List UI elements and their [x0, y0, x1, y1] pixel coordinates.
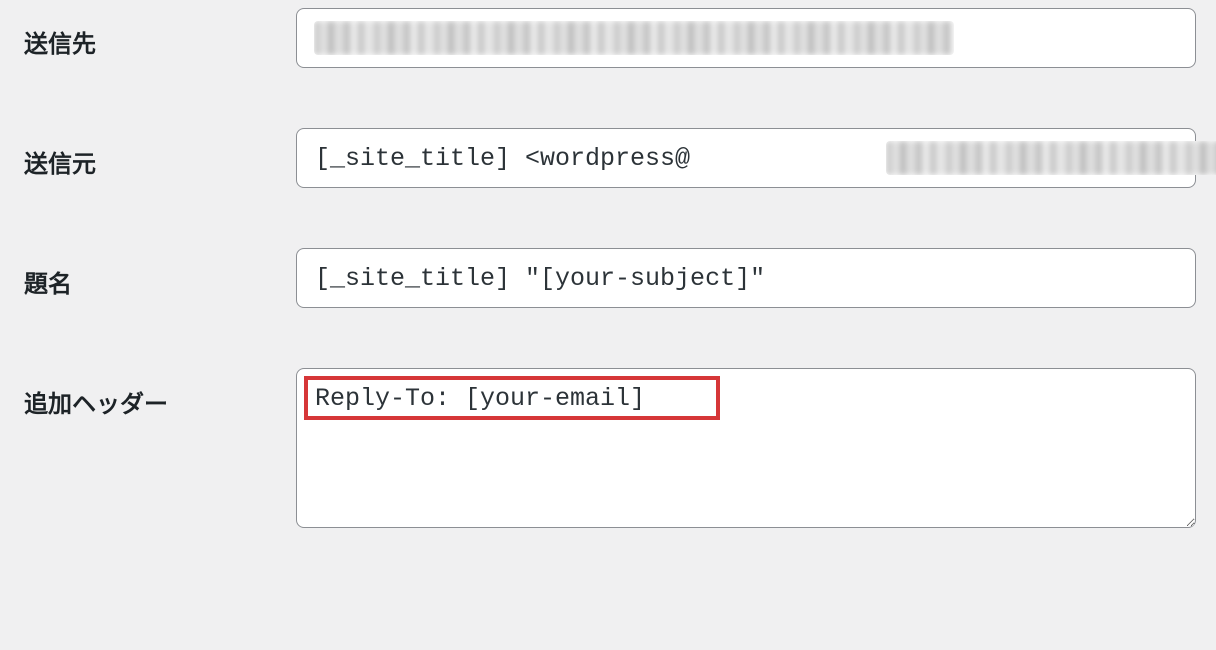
mail-from-row: 送信元	[24, 128, 1196, 188]
to-label: 送信先	[24, 30, 96, 58]
from-label: 送信元	[24, 150, 96, 178]
mail-subject-row: 題名	[24, 248, 1196, 308]
subject-input[interactable]	[296, 248, 1196, 308]
headers-label: 追加ヘッダー	[24, 390, 168, 418]
input-col	[296, 368, 1196, 532]
from-input[interactable]	[296, 128, 1196, 188]
input-col	[296, 8, 1196, 68]
label-col: 送信先	[24, 8, 296, 59]
input-col	[296, 248, 1196, 308]
mail-headers-row: 追加ヘッダー	[24, 368, 1196, 532]
label-col: 送信元	[24, 128, 296, 179]
label-col: 追加ヘッダー	[24, 368, 296, 419]
headers-textarea[interactable]	[296, 368, 1196, 528]
input-col	[296, 128, 1196, 188]
mail-to-row: 送信先	[24, 8, 1196, 68]
subject-label: 題名	[24, 270, 72, 298]
to-input[interactable]	[296, 8, 1196, 68]
label-col: 題名	[24, 248, 296, 299]
